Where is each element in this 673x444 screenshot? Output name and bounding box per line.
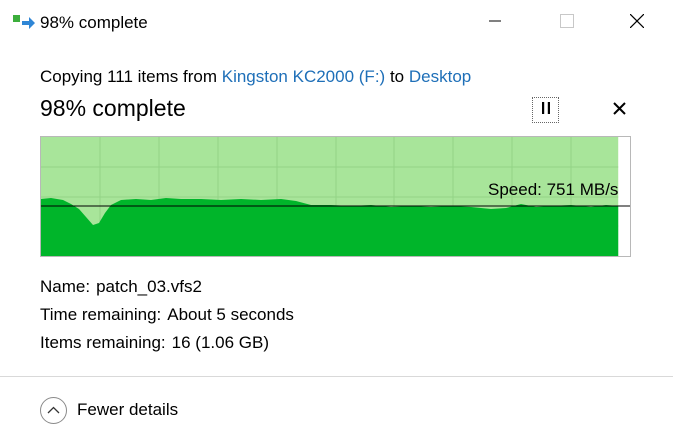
name-row: Name: patch_03.vfs2 <box>40 277 202 297</box>
time-remaining-label: Time remaining: <box>40 305 162 324</box>
fewer-details-button[interactable]: Fewer details <box>40 395 178 425</box>
name-label: Name: <box>40 277 91 296</box>
time-remaining-value: About 5 seconds <box>167 305 294 324</box>
copy-summary: Copying 111 items from Kingston KC2000 (… <box>40 67 471 87</box>
window-title: 98% complete <box>40 13 148 32</box>
time-remaining-row: Time remaining: About 5 seconds <box>40 305 294 325</box>
chevron-up-icon <box>40 396 67 424</box>
items-remaining-row: Items remaining: 16 (1.06 GB) <box>40 333 269 353</box>
title-bar: 98% complete <box>0 0 673 46</box>
maximize-icon <box>560 13 574 33</box>
items-remaining-label: Items remaining: <box>40 333 166 352</box>
close-button[interactable] <box>614 0 660 46</box>
copy-summary-to: to <box>389 67 405 86</box>
speed-label: Speed: 751 MB/s <box>488 180 619 199</box>
minimize-icon <box>489 14 501 32</box>
minimize-button[interactable] <box>472 0 518 46</box>
name-value: patch_03.vfs2 <box>96 277 202 296</box>
pause-icon <box>541 101 551 119</box>
cancel-icon <box>612 102 626 120</box>
progress-title: 98% complete <box>40 95 186 121</box>
file-copy-icon <box>13 14 37 30</box>
copy-summary-prefix: Copying 111 items from <box>40 67 217 86</box>
destination-link[interactable]: Desktop <box>409 67 471 86</box>
cancel-button[interactable] <box>607 99 631 123</box>
items-remaining-value: 16 (1.06 GB) <box>171 333 269 352</box>
fewer-details-label: Fewer details <box>77 400 179 419</box>
close-icon <box>629 13 645 33</box>
graph-speed-fill <box>41 198 619 256</box>
source-link[interactable]: Kingston KC2000 (F:) <box>222 67 385 86</box>
pause-button[interactable] <box>532 97 559 123</box>
maximize-button <box>544 0 590 46</box>
